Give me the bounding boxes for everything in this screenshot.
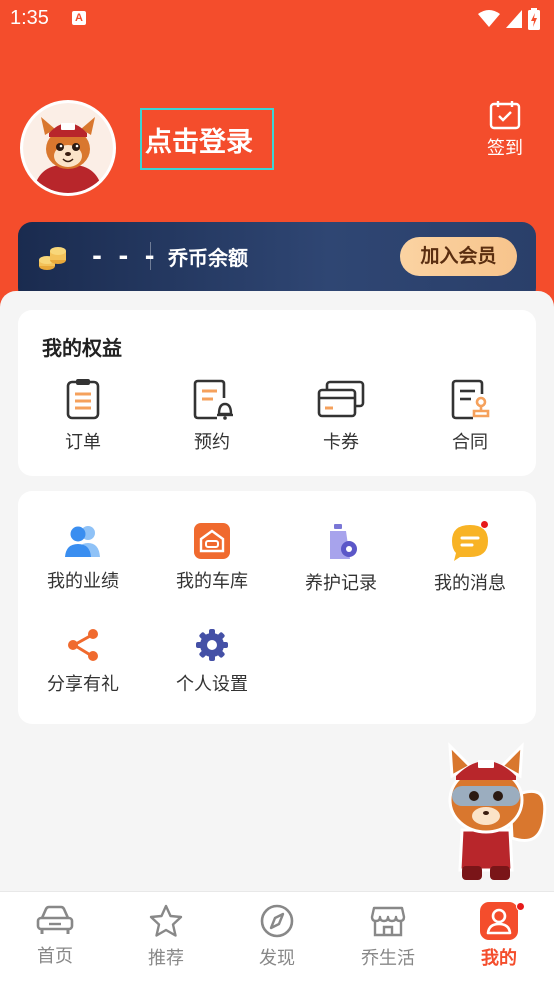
join-membership-button[interactable]: 加入会员: [400, 237, 517, 276]
tab-mine[interactable]: 我的: [454, 902, 544, 970]
appointment-icon: [193, 379, 233, 420]
tab-label: 推荐: [148, 948, 184, 969]
tab-discover[interactable]: 发现: [232, 904, 322, 970]
service-label: 养护记录: [305, 573, 377, 594]
service-label: 我的业绩: [47, 571, 119, 592]
coin-balance-value: - - -: [92, 242, 159, 270]
users-icon: [65, 526, 100, 557]
status-icons: [478, 8, 540, 30]
gear-icon: [196, 629, 228, 661]
notification-dot: [516, 902, 525, 911]
tab-label: 首页: [37, 946, 73, 967]
benefit-item-coupons[interactable]: 卡券: [291, 378, 391, 454]
tab-label: 乔生活: [361, 948, 415, 969]
service-item-garage[interactable]: 我的车库: [162, 523, 262, 593]
signal-icon: [506, 10, 522, 28]
clipboard-icon: [66, 379, 100, 420]
tab-label: 我的: [481, 948, 517, 969]
benefit-item-contract[interactable]: 合同: [420, 378, 520, 454]
profile-icon: [480, 902, 518, 940]
benefit-item-appointment[interactable]: 预约: [162, 378, 262, 454]
coins-icon: [39, 247, 66, 270]
services-card: 我的业绩 我的车库 养护记录 我的消息 分享有礼 个人设置: [18, 491, 536, 724]
benefit-label: 订单: [65, 432, 101, 453]
benefit-item-orders[interactable]: 订单: [33, 378, 133, 454]
divider: [150, 242, 151, 270]
tab-home[interactable]: 首页: [10, 904, 100, 968]
login-button[interactable]: 点击登录: [140, 108, 274, 170]
squirrel-mascot-avatar: [23, 103, 113, 193]
benefit-label: 预约: [194, 432, 230, 453]
floating-mascot[interactable]: [432, 738, 550, 888]
benefits-title: 我的权益: [42, 336, 122, 360]
coin-balance-label: 乔币余额: [168, 246, 248, 270]
bottom-tab-bar: 首页 推荐 发现 乔生活 我的: [0, 891, 554, 984]
status-time: 1:35: [10, 7, 49, 29]
service-item-settings[interactable]: 个人设置: [162, 628, 262, 696]
contract-icon: [451, 379, 490, 420]
benefits-card: 我的权益 订单 预约 卡券 合同: [18, 310, 536, 476]
service-item-share[interactable]: 分享有礼: [33, 628, 133, 696]
tab-life[interactable]: 乔生活: [343, 904, 433, 970]
benefit-label: 合同: [452, 432, 488, 453]
compass-icon: [260, 904, 294, 938]
star-icon: [149, 904, 183, 937]
service-label: 我的车库: [176, 571, 248, 592]
profile-header: 1:35 A 点击登录 签到 - - - 乔币余额 加入会员: [0, 0, 554, 330]
vip-balance-bar: - - - 乔币余额 加入会员: [18, 222, 536, 302]
service-item-performance[interactable]: 我的业绩: [33, 523, 133, 593]
tab-label: 发现: [259, 948, 295, 969]
service-item-messages[interactable]: 我的消息: [420, 520, 520, 595]
share-icon: [68, 629, 98, 661]
wifi-icon: [478, 10, 500, 27]
calendar-check-icon: [489, 101, 521, 130]
garage-icon: [194, 523, 230, 559]
unread-badge: [480, 520, 489, 529]
car-icon: [36, 905, 74, 934]
cards-icon: [317, 380, 365, 418]
service-label: 分享有礼: [47, 674, 119, 695]
checkin-label: 签到: [487, 138, 523, 159]
service-item-maintenance[interactable]: 养护记录: [291, 523, 391, 595]
tab-recommend[interactable]: 推荐: [121, 904, 211, 970]
status-bar: 1:35 A: [0, 0, 554, 38]
service-label: 个人设置: [176, 674, 248, 695]
notification-icon: A: [72, 11, 86, 25]
battery-icon: [528, 8, 540, 30]
store-icon: [370, 906, 406, 937]
checkin-button[interactable]: 签到: [480, 100, 530, 160]
avatar[interactable]: [20, 100, 116, 196]
service-label: 我的消息: [434, 573, 506, 594]
benefit-label: 卡券: [323, 432, 359, 453]
maintenance-icon: [330, 524, 357, 559]
